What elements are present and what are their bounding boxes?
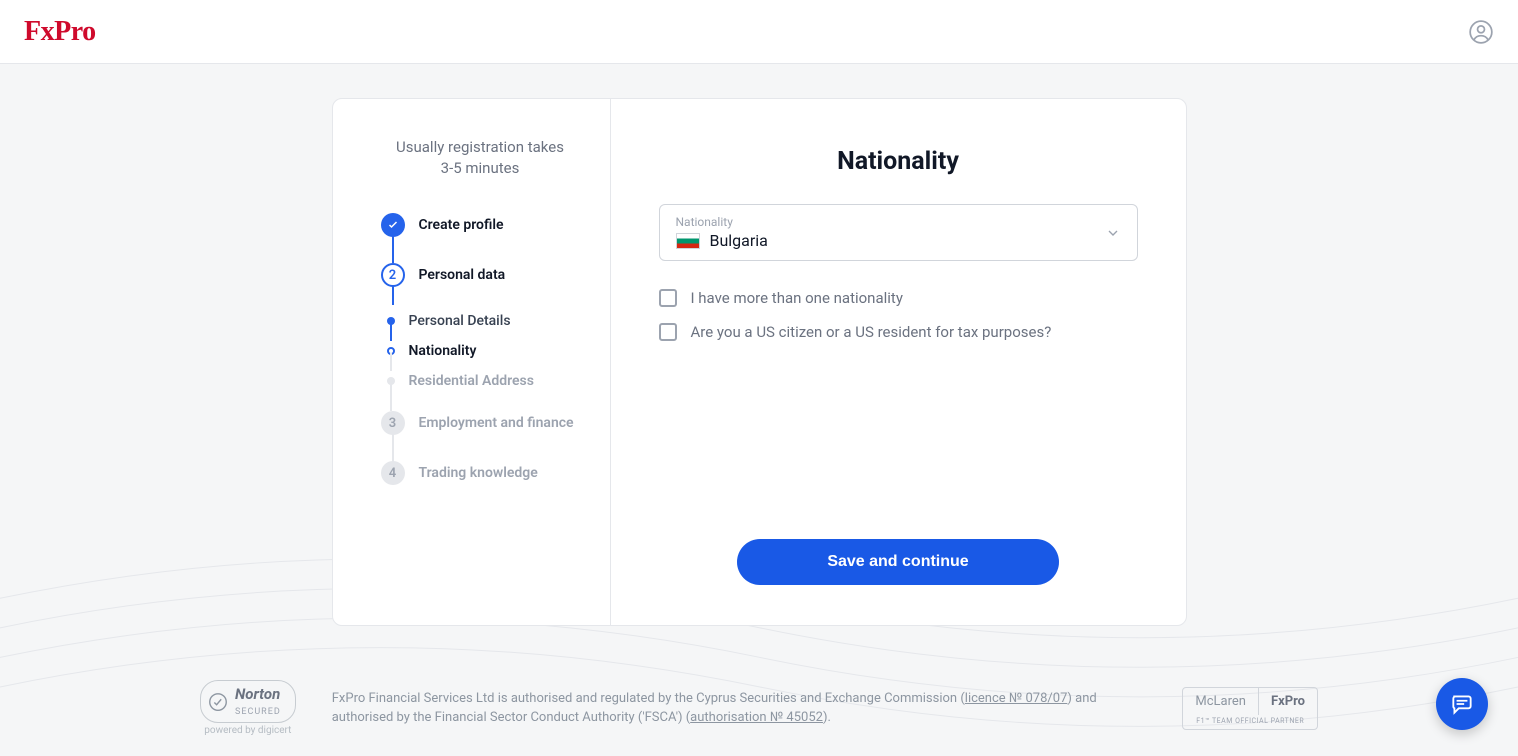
substep-label: Nationality [409, 343, 477, 359]
norton-sub: SECURED [235, 707, 281, 717]
step-label: Create profile [419, 217, 504, 233]
flag-icon [676, 233, 700, 249]
checkbox-label: Are you a US citizen or a US resident fo… [691, 323, 1052, 341]
registration-card: Usually registration takes 3-5 minutes C… [332, 98, 1187, 626]
sidebar-intro: Usually registration takes 3-5 minutes [381, 137, 580, 179]
step-create-profile[interactable]: Create profile [381, 213, 580, 237]
nationality-select[interactable]: Nationality Bulgaria [659, 204, 1138, 261]
substep-personal-details[interactable]: Personal Details [381, 313, 580, 329]
partner-fxpro: FxPro [1259, 688, 1317, 715]
authorisation-link[interactable]: authorisation № 45052 [690, 710, 823, 725]
substep-label: Residential Address [409, 373, 534, 389]
user-icon[interactable] [1468, 19, 1494, 45]
us-citizen-checkbox-row: Are you a US citizen or a US resident fo… [659, 323, 1138, 341]
page-title: Nationality [659, 147, 1138, 176]
footer: Norton SECURED powered by digicert FxPro… [0, 680, 1518, 736]
check-icon [381, 213, 405, 237]
step-personal-data[interactable]: 2 Personal data [381, 263, 580, 287]
step-label: Personal data [419, 267, 506, 283]
norton-badge[interactable]: Norton SECURED powered by digicert [200, 680, 296, 736]
legal-pre: FxPro Financial Services Ltd is authoris… [332, 691, 965, 706]
chat-button[interactable] [1436, 678, 1488, 730]
norton-title: Norton [235, 685, 280, 703]
main-panel: Nationality Nationality Bulgaria I have … [611, 99, 1186, 625]
chat-icon [1449, 691, 1475, 717]
partner-mclaren: McLaren [1183, 688, 1259, 715]
substep-label: Personal Details [409, 313, 511, 329]
licence-link[interactable]: licence № 078/07 [965, 691, 1068, 706]
step-employment-finance[interactable]: 3 Employment and finance [381, 411, 580, 435]
brand-logo[interactable]: FxPro [24, 16, 96, 48]
save-continue-button[interactable]: Save and continue [737, 539, 1058, 585]
norton-powered-by: powered by digicert [204, 725, 291, 736]
shield-check-icon [207, 691, 229, 713]
intro-line2: 3-5 minutes [441, 159, 520, 177]
select-value: Bulgaria [710, 231, 768, 250]
legal-post: ). [823, 710, 831, 725]
substep-nationality[interactable]: Nationality [381, 343, 580, 359]
step-number-badge: 2 [381, 263, 405, 287]
substep-residential-address[interactable]: Residential Address [381, 373, 580, 389]
step-number-badge: 3 [381, 411, 405, 435]
partner-sub: F1™ TEAM OFFICIAL PARTNER [1196, 715, 1304, 729]
step-list: Create profile 2 Personal data Personal … [381, 213, 580, 485]
intro-line1: Usually registration takes [396, 138, 564, 156]
multi-nationality-checkbox-row: I have more than one nationality [659, 289, 1138, 307]
legal-text: FxPro Financial Services Ltd is authoris… [332, 689, 1147, 728]
step-trading-knowledge[interactable]: 4 Trading knowledge [381, 461, 580, 485]
multi-nationality-checkbox[interactable] [659, 289, 677, 307]
checkbox-label: I have more than one nationality [691, 289, 903, 307]
us-citizen-checkbox[interactable] [659, 323, 677, 341]
step-label: Trading knowledge [419, 465, 538, 481]
partner-badge: McLaren FxPro F1™ TEAM OFFICIAL PARTNER [1182, 687, 1318, 730]
chevron-down-icon [1105, 225, 1121, 241]
sidebar: Usually registration takes 3-5 minutes C… [333, 99, 611, 625]
select-label: Nationality [676, 215, 768, 229]
step-number-badge: 4 [381, 461, 405, 485]
step-label: Employment and finance [419, 415, 574, 432]
header: FxPro [0, 0, 1518, 64]
